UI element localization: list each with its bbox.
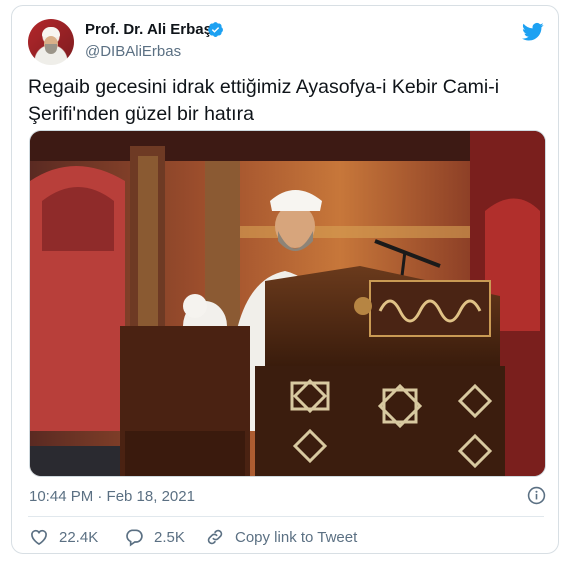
like-count: 22.4K — [59, 528, 99, 546]
reply-bubble-icon — [126, 529, 143, 547]
tweet-timestamp[interactable]: 10:44 PM · Feb 18, 2021 — [29, 488, 195, 505]
copy-link-button[interactable]: Copy link to Tweet — [205, 526, 357, 548]
reply-count: 2.5K — [154, 528, 185, 546]
link-icon — [207, 529, 223, 545]
mosque-pulpit-photo — [30, 131, 545, 476]
like-button[interactable]: 22.4K — [29, 526, 98, 548]
author-handle[interactable]: @DIBAliErbas — [85, 43, 181, 60]
divider — [28, 516, 544, 517]
reply-button[interactable]: 2.5K — [124, 526, 185, 548]
heart-icon — [31, 529, 47, 546]
info-icon[interactable] — [527, 486, 546, 505]
tweet-text-line-2: Şerifi'nden güzel bir hatıra — [28, 103, 254, 125]
author-name[interactable]: Prof. Dr. Ali Erbaş — [85, 21, 212, 38]
tweet-text: Regaib gecesini idrak ettiğimiz Ayasofya… — [28, 74, 540, 128]
verified-badge-icon — [208, 22, 223, 37]
tweet-photo[interactable] — [29, 130, 546, 477]
copy-link-label: Copy link to Tweet — [235, 528, 358, 546]
tweet-card: Prof. Dr. Ali Erbaş @DIBAliErbas Regaib … — [11, 5, 559, 554]
avatar[interactable] — [28, 19, 74, 65]
tweet-text-line-1: Regaib gecesini idrak ettiğimiz Ayasofya… — [28, 76, 500, 98]
twitter-bird-icon[interactable] — [522, 22, 544, 42]
